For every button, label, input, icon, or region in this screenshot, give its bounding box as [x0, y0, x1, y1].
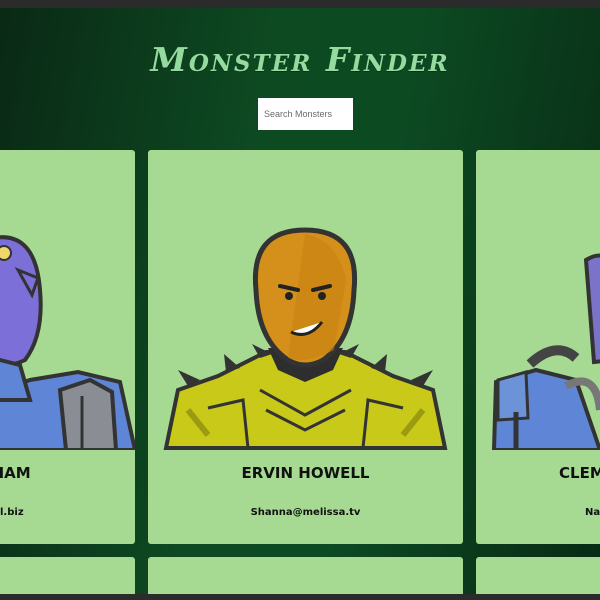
monster-name: AHAM	[0, 464, 31, 482]
monster-email: Nat	[585, 507, 600, 518]
monster-card[interactable]: ERVIN HOWELL Shanna@melissa.tv	[148, 150, 463, 544]
search-input[interactable]	[258, 98, 353, 130]
monster-name: ERVIN HOWELL	[241, 464, 370, 482]
monster-avatar	[491, 253, 600, 450]
monster-name: CLEM	[559, 464, 600, 482]
window-bottom-bar	[0, 594, 600, 600]
monster-avatar	[0, 235, 135, 450]
monster-email: l.biz	[0, 507, 24, 518]
monster-card[interactable]: CLEM Nat	[476, 150, 600, 544]
monster-card[interactable]: AHAM l.biz	[0, 150, 135, 544]
window-top-bar	[0, 0, 600, 8]
monster-email: Shanna@melissa.tv	[250, 507, 361, 518]
page-title: Monster Finder	[150, 40, 450, 79]
monster-finder-page: Monster Finder AHAM l.biz	[0, 0, 600, 600]
monster-avatar	[163, 227, 448, 450]
